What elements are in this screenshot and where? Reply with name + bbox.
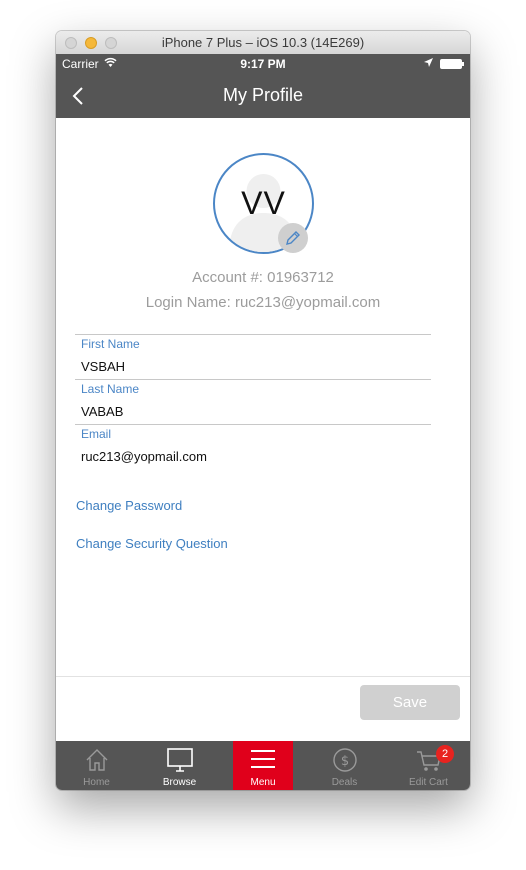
last-name-field[interactable]: Last Name VABAB [75, 379, 431, 424]
tab-home[interactable]: Home [64, 741, 129, 790]
tab-bar: Home Browse Menu $ Deals Edit Cart 2 [56, 741, 470, 790]
status-bar: Carrier 9:17 PM [56, 54, 470, 74]
change-password-link[interactable]: Change Password [76, 498, 182, 513]
simulator-window: iPhone 7 Plus – iOS 10.3 (14E269) Carrie… [56, 31, 470, 790]
tab-home-label: Home [83, 777, 110, 788]
divider [56, 676, 470, 677]
login-name: Login Name: ruc213@yopmail.com [145, 294, 381, 311]
tab-menu[interactable]: Menu [233, 741, 293, 790]
tab-browse-label: Browse [162, 777, 197, 788]
email-field[interactable]: Email ruc213@yopmail.com [75, 424, 431, 469]
page-title: My Profile [222, 85, 303, 105]
first-name-field[interactable]: First Name VSBAH [75, 334, 431, 379]
dollar-icon: $ [332, 748, 357, 772]
change-security-question-link[interactable]: Change Security Question [76, 536, 228, 551]
profile-form: First Name VSBAH Last Name VABAB Email r… [75, 334, 431, 469]
pencil-icon [286, 231, 300, 245]
cart-count-badge: 2 [436, 745, 454, 763]
home-icon [86, 749, 107, 771]
email-value[interactable]: ruc213@yopmail.com [81, 449, 207, 464]
tab-edit-cart-label: Edit Cart [409, 777, 448, 788]
email-label: Email [81, 427, 112, 441]
last-name-value[interactable]: VABAB [81, 404, 123, 419]
edit-avatar-button[interactable] [278, 223, 308, 253]
tab-browse[interactable]: Browse [147, 741, 212, 790]
navigation-bar: My Profile [56, 74, 470, 118]
status-time: 9:17 PM [240, 57, 286, 71]
avatar-initials: VV [241, 185, 286, 221]
hamburger-icon [251, 750, 275, 768]
svg-text:$: $ [340, 754, 348, 769]
location-arrow-icon [424, 58, 433, 67]
window-title: iPhone 7 Plus – iOS 10.3 (14E269) [161, 35, 365, 50]
tab-deals[interactable]: $ Deals [312, 741, 377, 790]
save-button[interactable]: Save [360, 685, 460, 720]
battery-icon [440, 59, 464, 69]
first-name-label: First Name [81, 337, 140, 351]
last-name-label: Last Name [81, 382, 140, 396]
monitor-icon [166, 748, 193, 772]
account-number: Account #: 01963712 [192, 269, 334, 286]
tab-menu-label: Menu [250, 777, 276, 788]
tab-deals-label: Deals [331, 777, 358, 788]
first-name-value[interactable]: VSBAH [81, 359, 125, 374]
window-titlebar: iPhone 7 Plus – iOS 10.3 (14E269) [56, 31, 470, 55]
profile-content: VV Account #: 01963712 Login Name: ruc21… [56, 118, 470, 741]
